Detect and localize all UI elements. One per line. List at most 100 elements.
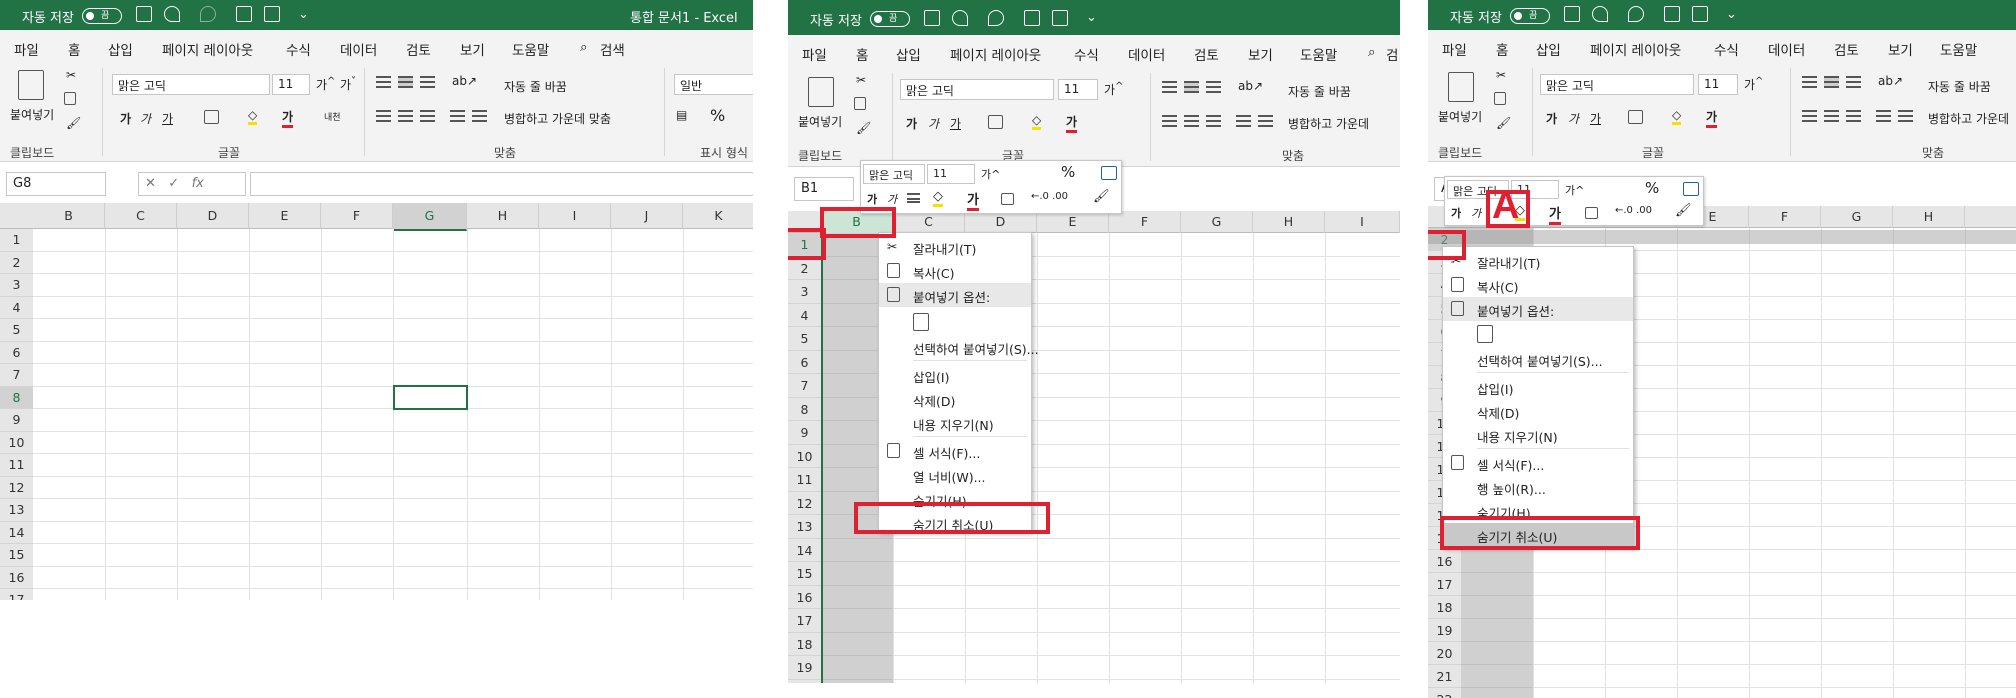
column-header-D[interactable]: D bbox=[177, 203, 249, 229]
tab-data[interactable]: 데이터 bbox=[1768, 39, 1805, 59]
tab-page-layout[interactable]: 페이지 레이아웃 bbox=[950, 44, 1041, 64]
percent-button[interactable]: % bbox=[710, 106, 725, 125]
column-header-B[interactable]: B bbox=[33, 203, 105, 229]
row-header-6[interactable]: 6 bbox=[0, 341, 33, 364]
menu-paste-special[interactable]: 선택하여 붙여넣기(S)... bbox=[879, 335, 1039, 359]
font-size-box[interactable]: 11 bbox=[1698, 74, 1738, 95]
row-header-7[interactable]: 7 bbox=[788, 374, 821, 398]
font-color-icon[interactable]: 가 bbox=[1066, 113, 1078, 133]
paste-label[interactable]: 붙여넣기 bbox=[798, 113, 842, 130]
column-header-G[interactable]: G bbox=[1181, 211, 1253, 233]
save-icon[interactable] bbox=[1564, 6, 1580, 22]
mini-font-color[interactable]: 가 bbox=[967, 189, 979, 211]
spreadsheet-grid[interactable]: B C D E F G H I J K 1 2 3 4 5 6 7 8 9 10 11 12 13 14 1… bbox=[0, 203, 753, 600]
row-header-13[interactable]: 13 bbox=[788, 515, 821, 539]
mini-grow-font-icon[interactable]: 가^ bbox=[981, 166, 1000, 182]
orientation-icon[interactable]: ab↗ bbox=[1238, 79, 1263, 93]
mini-format-icon[interactable] bbox=[1683, 182, 1699, 196]
column-header-C[interactable]: C bbox=[893, 211, 965, 233]
print-preview-icon[interactable] bbox=[236, 6, 252, 22]
font-color-icon[interactable]: 가 bbox=[1706, 108, 1718, 128]
tab-review[interactable]: 검토 bbox=[1834, 39, 1859, 59]
column-header-H[interactable]: H bbox=[1253, 211, 1325, 233]
align-right-icon[interactable] bbox=[1846, 110, 1861, 122]
tab-data[interactable]: 데이터 bbox=[340, 39, 377, 59]
tab-help[interactable]: 도움말 bbox=[1940, 39, 1977, 59]
column-header-I[interactable]: I bbox=[1325, 211, 1400, 233]
orientation-icon[interactable]: ab↗ bbox=[1878, 74, 1903, 88]
row-header-4[interactable]: 4 bbox=[788, 303, 821, 327]
tab-formulas[interactable]: 수식 bbox=[1714, 39, 1739, 59]
row-header-17[interactable]: 17 bbox=[1428, 573, 1461, 596]
decrease-indent-icon[interactable] bbox=[1876, 110, 1891, 122]
font-name-box[interactable]: 맑은 고딕 bbox=[112, 74, 270, 95]
mini-format-painter-icon[interactable]: 🖌 bbox=[1093, 189, 1110, 204]
italic-button[interactable]: 가 bbox=[140, 110, 151, 127]
merge-center-button[interactable]: 병합하고 가운데 bbox=[1928, 110, 2009, 127]
tab-formulas[interactable]: 수식 bbox=[1074, 44, 1099, 64]
grow-font-icon[interactable]: 가^ bbox=[1104, 81, 1123, 98]
align-top-icon[interactable] bbox=[1802, 76, 1817, 88]
undo-icon[interactable] bbox=[1592, 6, 1608, 22]
row-header-19[interactable]: 19 bbox=[788, 656, 821, 680]
bold-button[interactable]: 가 bbox=[1546, 110, 1557, 127]
underline-button[interactable]: 가 bbox=[162, 110, 173, 127]
row-header-18[interactable]: 18 bbox=[788, 632, 821, 656]
tab-review[interactable]: 검토 bbox=[1194, 44, 1219, 64]
accounting-icon[interactable]: ▤ bbox=[676, 108, 687, 122]
mini-bold[interactable]: 가 bbox=[1451, 205, 1461, 221]
row-header-10[interactable]: 10 bbox=[0, 431, 33, 454]
tab-view[interactable]: 보기 bbox=[460, 39, 485, 59]
cut-icon[interactable]: ✂ bbox=[856, 73, 866, 87]
font-size-box[interactable]: 11 bbox=[1058, 79, 1098, 100]
menu-insert[interactable]: 삽입(I) bbox=[879, 363, 1031, 387]
mini-percent[interactable]: % bbox=[1061, 163, 1075, 181]
align-bottom-icon[interactable] bbox=[420, 76, 435, 88]
fill-color-icon[interactable]: ◇ bbox=[1032, 113, 1042, 130]
paste-icon[interactable] bbox=[1448, 72, 1474, 102]
fill-color-icon[interactable]: ◇ bbox=[248, 108, 258, 125]
copy-icon[interactable] bbox=[64, 92, 76, 105]
qat-more-icon[interactable]: ⌄ bbox=[1086, 10, 1097, 25]
paste-label[interactable]: 붙여넣기 bbox=[10, 106, 54, 123]
mini-font-color[interactable]: 가 bbox=[1549, 203, 1561, 225]
mini-italic[interactable]: 가 bbox=[887, 191, 897, 207]
format-painter-icon[interactable]: 🖌 bbox=[66, 116, 81, 130]
search-icon[interactable]: ⌕ bbox=[580, 39, 588, 55]
row-header-5[interactable]: 5 bbox=[0, 319, 33, 342]
row-header-8[interactable]: 8 bbox=[788, 397, 821, 421]
increase-indent-icon[interactable] bbox=[1258, 115, 1273, 127]
paste-label[interactable]: 붙여넣기 bbox=[1438, 108, 1482, 125]
name-box[interactable]: G8 bbox=[6, 172, 106, 196]
tab-home[interactable]: 홈 bbox=[68, 39, 81, 64]
row-header-21[interactable]: 21 bbox=[1428, 665, 1461, 688]
menu-cut[interactable]: ✂ 잘라내기(T) bbox=[879, 235, 1031, 259]
row-header-19[interactable]: 19 bbox=[1428, 619, 1461, 642]
row-header-20[interactable]: 20 bbox=[1428, 642, 1461, 665]
mini-percent[interactable]: % bbox=[1645, 179, 1659, 197]
menu-copy[interactable]: 복사(C) bbox=[1443, 273, 1633, 297]
row-header-5[interactable]: 5 bbox=[788, 327, 821, 351]
wrap-text-button[interactable]: 자동 줄 바꿈 bbox=[504, 78, 567, 95]
column-header-G[interactable]: G bbox=[1821, 206, 1893, 228]
row-header-6[interactable]: 6 bbox=[788, 350, 821, 374]
row-header-15[interactable]: 15 bbox=[0, 544, 33, 567]
row-header-11[interactable]: 11 bbox=[788, 468, 821, 492]
paste-icon[interactable] bbox=[808, 77, 834, 107]
mini-font-size[interactable]: 11 bbox=[927, 164, 975, 184]
copy-icon[interactable] bbox=[854, 97, 866, 110]
autosave-toggle[interactable]: 끔 bbox=[870, 11, 910, 27]
menu-delete[interactable]: 삭제(D) bbox=[1443, 399, 1633, 423]
camera-icon[interactable] bbox=[1052, 10, 1068, 26]
row-header-7[interactable]: 7 bbox=[0, 364, 33, 387]
row-header-22[interactable]: 22 bbox=[1428, 688, 1461, 698]
shrink-font-icon[interactable]: 가˅ bbox=[340, 76, 356, 93]
fill-color-icon[interactable]: ◇ bbox=[1672, 108, 1682, 125]
row-header-10[interactable]: 10 bbox=[788, 444, 821, 468]
qat-more-icon[interactable]: ⌄ bbox=[298, 7, 309, 22]
align-middle-icon[interactable] bbox=[1824, 76, 1839, 88]
format-painter-icon[interactable]: 🖌 bbox=[856, 121, 871, 135]
tab-insert[interactable]: 삽입 bbox=[896, 44, 921, 64]
undo-icon[interactable] bbox=[164, 6, 180, 22]
autosave-toggle[interactable]: 끔 bbox=[82, 8, 122, 24]
